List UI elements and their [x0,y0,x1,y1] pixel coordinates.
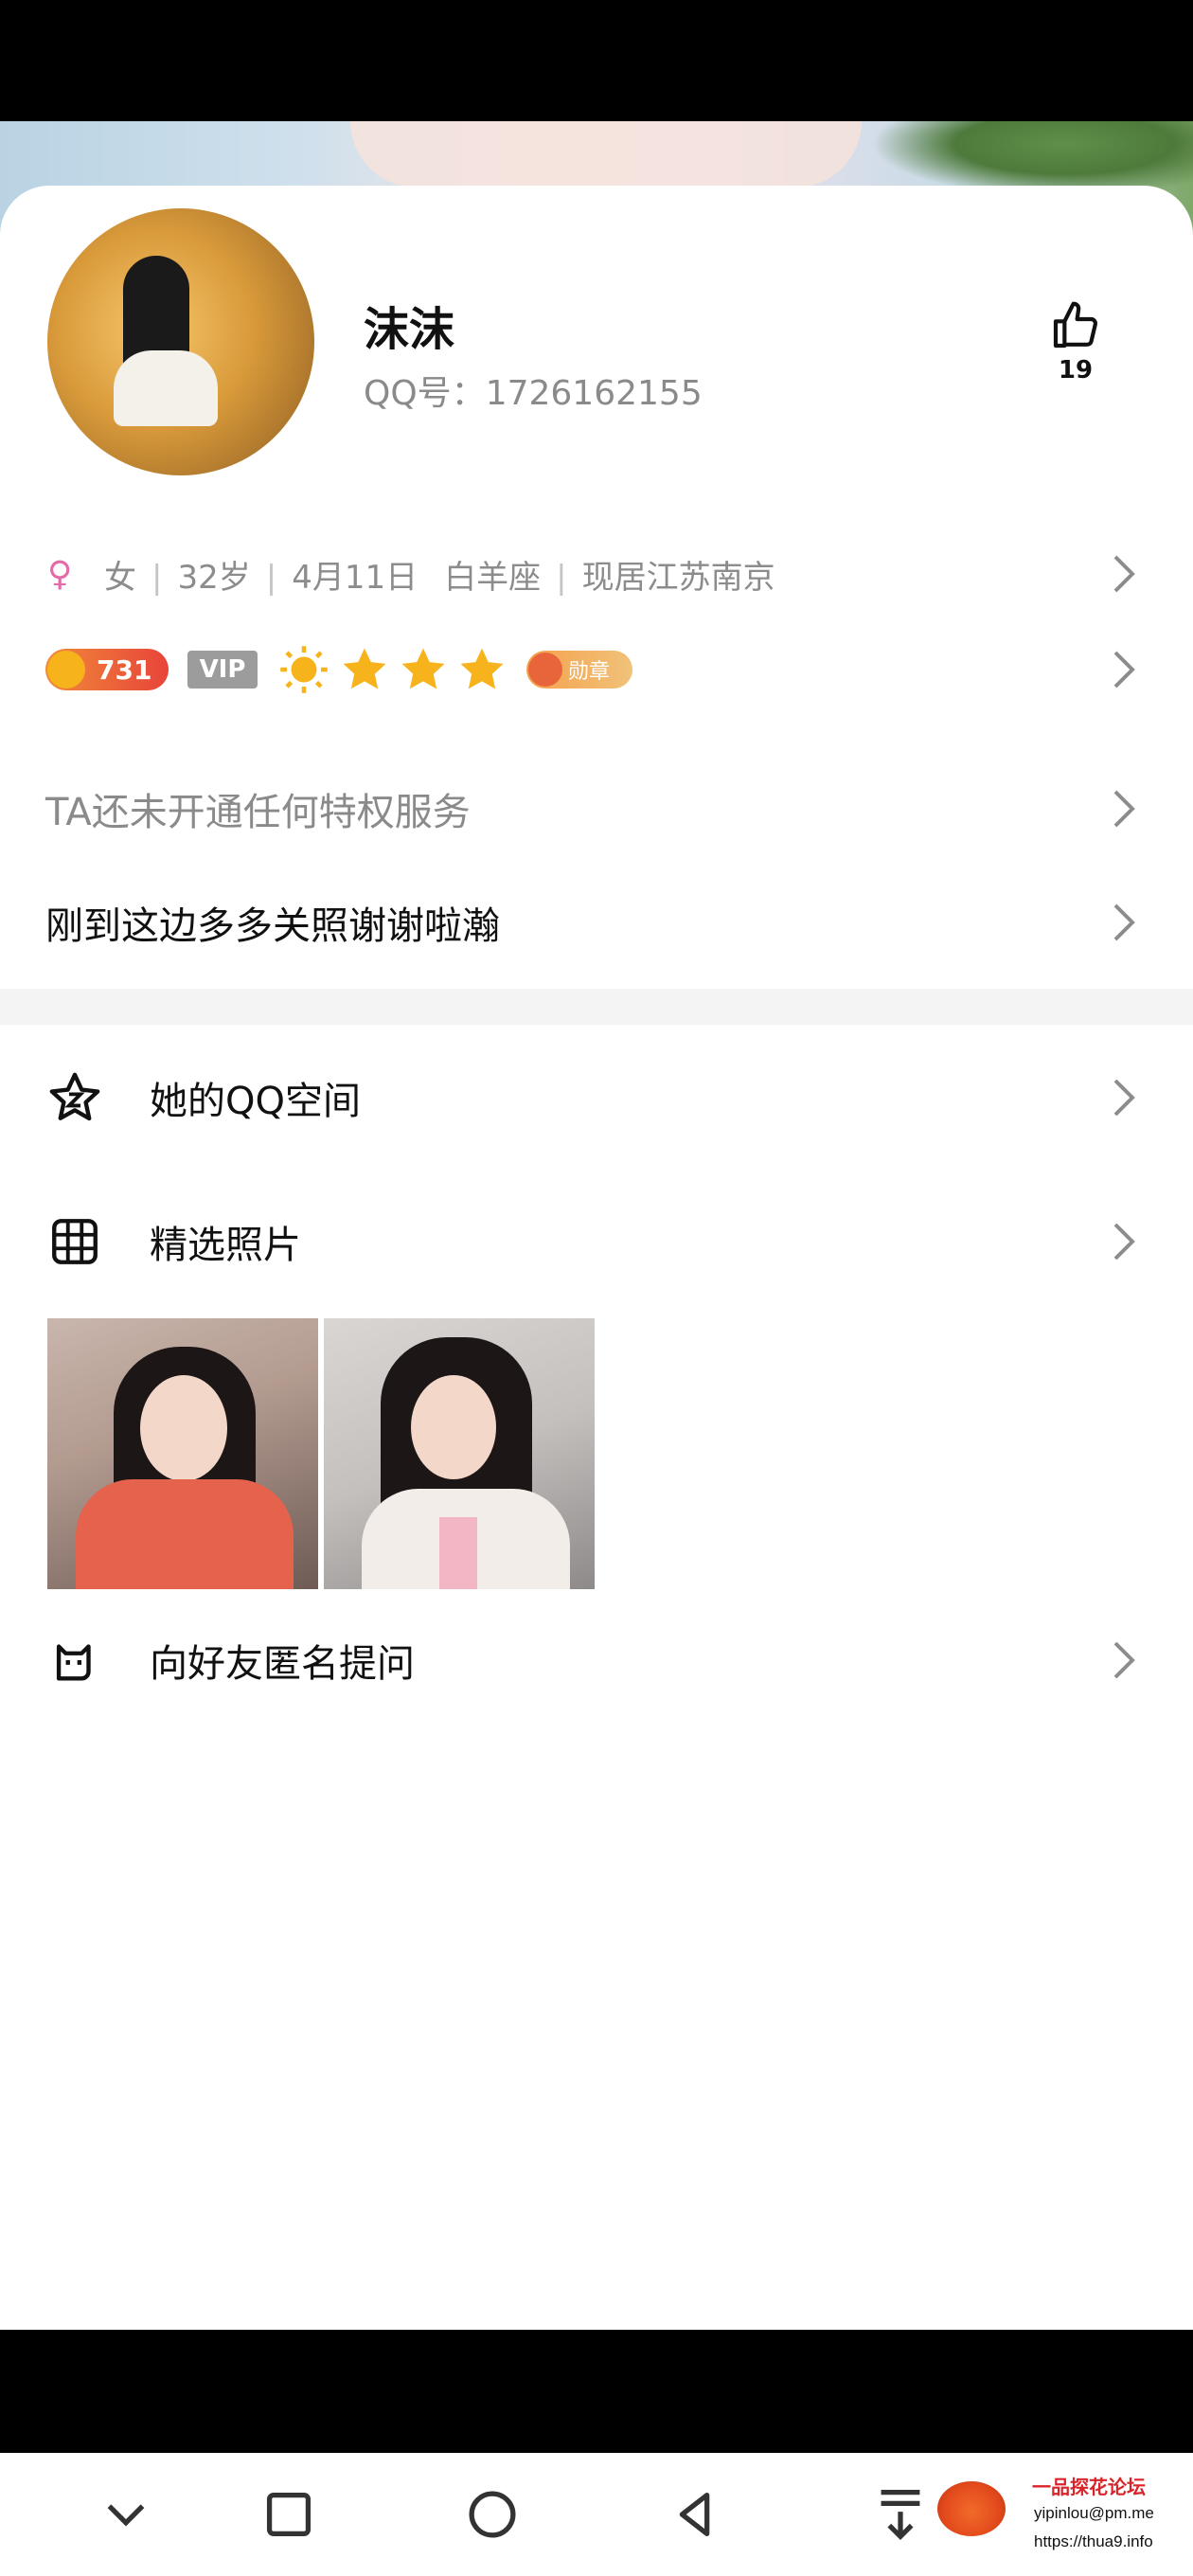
privilege-row[interactable]: TA还未开通任何特权服务 [0,780,1193,837]
signature-text: 刚到这边多多关照谢谢啦瀚 [45,904,500,948]
anonymous-ask-label: 向好友匿名提问 [150,1642,415,1686]
info-text: 女 | 32岁 | 4月11日 白羊座 | 现居江苏南京 [104,551,775,598]
medal-badge: 勋章 [526,651,632,689]
star-icon [460,648,504,689]
qzone-star-icon [49,1072,100,1121]
info-zodiac: 白羊座 [444,558,542,597]
privilege-text: TA还未开通任何特权服务 [45,791,471,834]
thumbs-up-icon [1053,301,1097,349]
chevron-right-icon [1113,903,1135,941]
photo-thumbnail[interactable] [324,1318,595,1589]
chevron-right-icon [1113,1641,1135,1679]
info-separator: | [556,558,567,597]
download-icon[interactable] [867,2481,934,2548]
profile-card: 沫沫 QQ号：1726162155 19 ♀ 女 | 32岁 | 4月11日 白羊座 | 现居… [0,186,1193,2330]
watermark-logo [937,2481,1006,2536]
home-icon[interactable] [459,2481,525,2548]
info-gender: 女 [104,558,136,597]
chevron-right-icon [1113,1079,1135,1117]
medal-label: 勋章 [568,660,611,684]
info-separator: | [151,558,163,597]
level-badge: 731 [45,649,169,690]
photos-label: 精选照片 [150,1224,301,1267]
photos-row[interactable]: 精选照片 [0,1208,1193,1275]
cover-figure [350,121,862,188]
grid-icon [52,1219,98,1264]
info-birthday: 4月11日 [292,558,418,597]
photo-thumbnail[interactable] [47,1318,318,1589]
sun-icon [280,646,328,693]
photo-top [439,1517,477,1589]
system-navigation-bar: 一品探花论坛 yipinlou@pm.me https://thua9.info [0,2453,1193,2576]
chevron-right-icon [1113,790,1135,828]
chevron-right-icon [1113,651,1135,689]
avatar-dress [114,350,218,426]
watermark-email: yipinlou@pm.me [1034,2504,1154,2522]
photo-face [411,1375,496,1479]
watermark-url: https://thua9.info [1034,2532,1153,2550]
like-count: 19 [1058,356,1094,385]
info-age: 32岁 [177,558,251,597]
vip-badge: VIP [187,651,258,689]
basic-info-row[interactable]: ♀ 女 | 32岁 | 4月11日 白羊座 | 现居江苏南京 [0,546,1193,602]
back-icon[interactable] [663,2481,729,2548]
chevron-down-icon[interactable] [93,2481,159,2548]
level-value: 731 [97,653,152,686]
watermark-title: 一品探花论坛 [1032,2478,1146,2498]
qq-number: 1726162155 [485,374,703,413]
photo-face [140,1375,227,1481]
info-location: 现居江苏南京 [581,558,775,597]
qq-label: QQ号： [364,374,486,413]
cat-icon [56,1644,91,1681]
level-coin-icon [47,651,85,689]
recent-apps-icon[interactable] [256,2481,322,2548]
medal-icon [528,653,562,687]
star-icon [401,648,445,689]
star-icon [343,648,386,689]
qzone-row[interactable]: 她的QQ空间 [0,1064,1193,1131]
badges-row[interactable]: 731 VIP 勋章 [0,635,1193,705]
qzone-label: 她的QQ空间 [150,1080,361,1123]
info-separator: | [265,558,277,597]
chevron-right-icon [1113,1223,1135,1261]
qq-number-line: QQ号：1726162155 [364,366,703,415]
female-icon: ♀ [47,554,73,594]
nickname: 沫沫 [364,303,455,356]
signature-row[interactable]: 刚到这边多多关照谢谢啦瀚 [0,894,1193,951]
photo-coat [76,1479,294,1589]
section-divider [0,989,1193,1025]
like-button[interactable]: 19 [1030,299,1121,385]
anonymous-ask-row[interactable]: 向好友匿名提问 [0,1627,1193,1693]
avatar[interactable] [47,208,314,475]
chevron-right-icon [1113,555,1135,593]
